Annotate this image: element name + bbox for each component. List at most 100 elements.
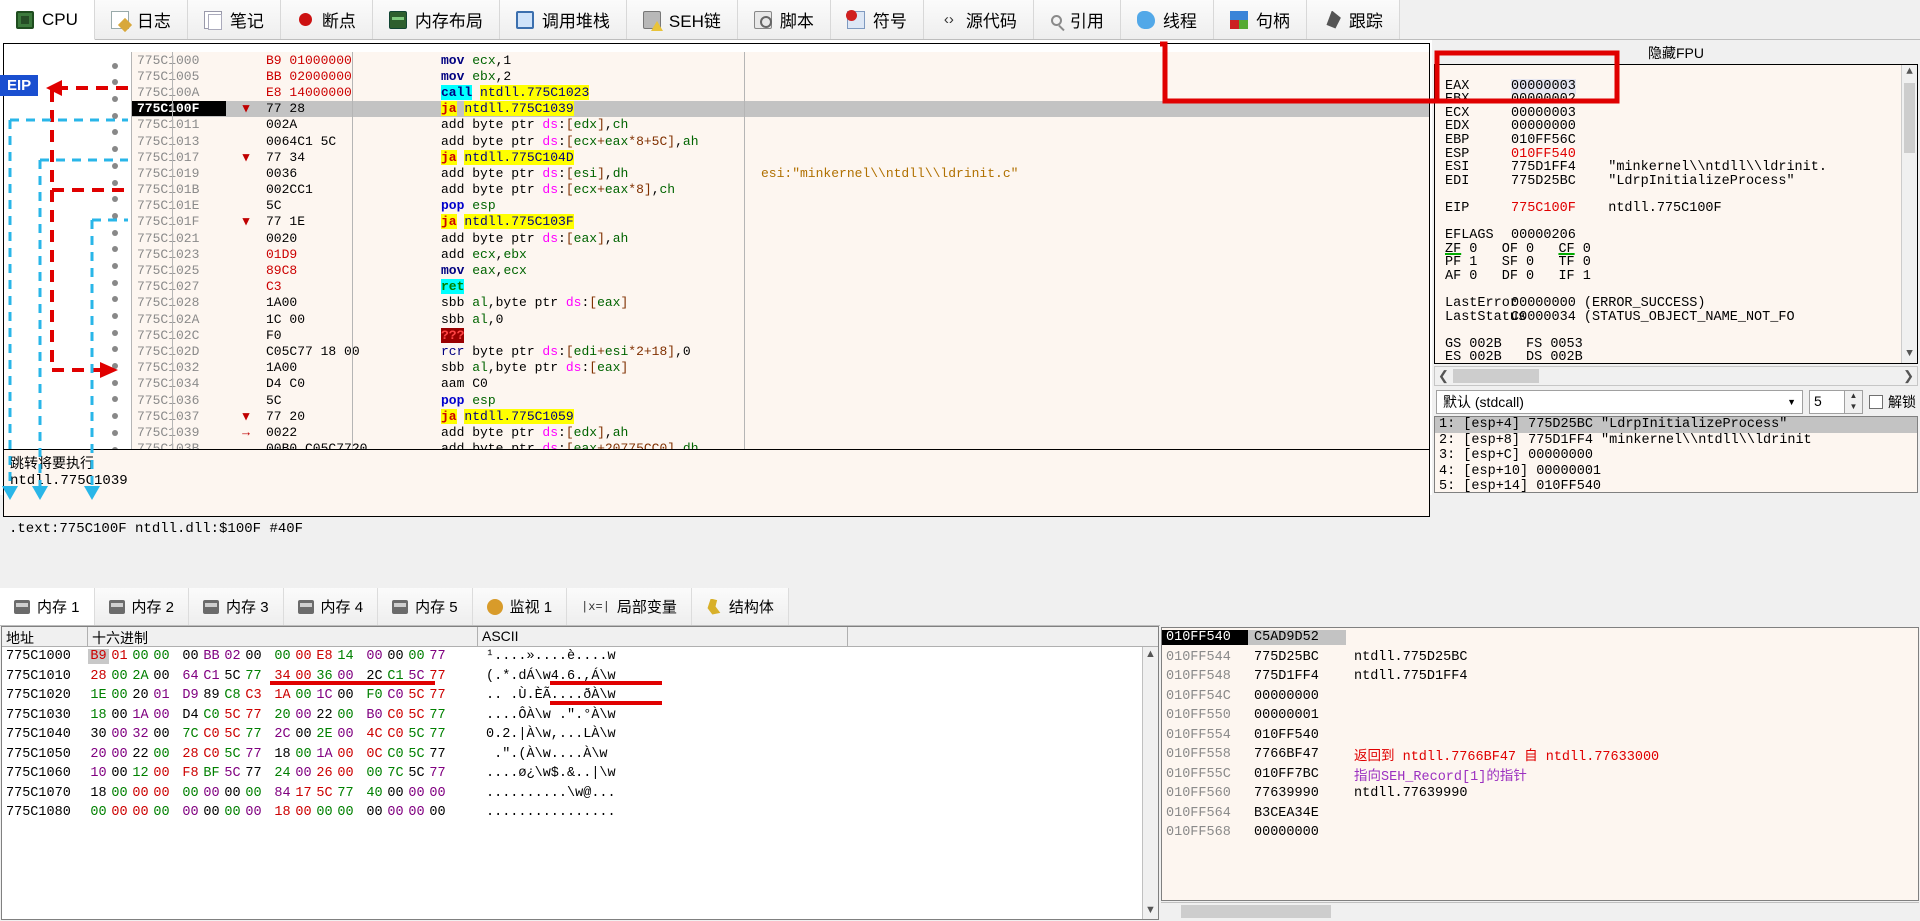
flag-value[interactable]: 0 xyxy=(1461,269,1502,284)
register-hscrollbar[interactable]: ❮ ❯ xyxy=(1434,366,1918,386)
argument-count-stepper[interactable]: 5 ▲ ▼ xyxy=(1809,390,1863,414)
flags-line[interactable]: PF 1 SF 0 TF 0 xyxy=(1435,255,1917,270)
dump-header-地址[interactable]: 地址 xyxy=(2,627,88,646)
dump-tab-结构体[interactable]: 结构体 xyxy=(691,588,789,625)
stack-row[interactable]: 010FF564 B3CEA34E xyxy=(1162,804,1918,824)
disassembly-row[interactable]: 775C102C F0??? xyxy=(131,327,1429,343)
register-line[interactable]: EDI 775D25BC "LdrpInitializeProcess" xyxy=(1435,174,1917,189)
stack-row[interactable]: 010FF55C 010FF7BC 指向SEH_Record[1]的指针 xyxy=(1162,765,1918,785)
stack-row[interactable]: 010FF550 00000001 xyxy=(1162,706,1918,726)
argument-lines[interactable]: 1: [esp+4] 775D25BC "LdrpInitializeProce… xyxy=(1435,417,1917,492)
breakpoint-bullet[interactable] xyxy=(112,363,118,370)
segment-line[interactable]: ES 002B DS 002B xyxy=(1435,350,1917,363)
stack-row[interactable]: 010FF554 010FF540 xyxy=(1162,726,1918,746)
breakpoint-bullet[interactable] xyxy=(112,162,118,169)
breakpoint-bullet[interactable] xyxy=(112,112,118,119)
register-value[interactable]: C0000034 (STATUS_OBJECT_NAME_NOT_FO xyxy=(1511,310,1795,325)
disassembly-row[interactable]: 775C1023 01D9 add ecx,ebx xyxy=(131,246,1429,262)
breakpoint-bullet[interactable] xyxy=(112,279,118,286)
tab-线程[interactable]: 线程 xyxy=(1120,0,1214,39)
tab-日志[interactable]: 日志 xyxy=(94,0,188,39)
stack-row[interactable]: 010FF558 7766BF47 返回到 ntdll.7766BF47 自 ntd… xyxy=(1162,745,1918,765)
disassembly-body[interactable]: 775C1000 B9 01000000 mov ecx,1 775C1005 BB 0… xyxy=(4,52,1429,497)
stepper-down-icon[interactable]: ▼ xyxy=(1845,402,1862,413)
dump-column-headers[interactable]: 地址 十六进制 ASCII xyxy=(2,627,1158,647)
scroll-left-icon[interactable]: ❮ xyxy=(1438,368,1449,384)
disassembly-row[interactable]: 775C1017 ▾ 77 34 ja ntdll.775C104D xyxy=(131,149,1429,165)
stack-view[interactable]: 010FF540 C5AD9D52 010FF544 775D25BC ntdll.77… xyxy=(1161,627,1919,901)
dump-view[interactable]: 地址 十六进制 ASCII 775C1000 B9 01 00 00 00 BB 02 00 00 00… xyxy=(1,626,1159,920)
breakpoint-bullet[interactable] xyxy=(112,379,118,386)
disassembly-rows[interactable]: 775C1000 B9 01000000 mov ecx,1 775C1005 BB 0… xyxy=(131,52,1429,497)
disassembly-row[interactable]: 775C101E 5C pop esp xyxy=(131,198,1429,214)
tab-断点[interactable]: 断点 xyxy=(280,0,373,39)
breakpoint-bullet[interactable] xyxy=(112,246,118,253)
dump-row[interactable]: 775C1070 18 00 00 00 00 00 00 00 84 17 5C 77 40 00 00 00… xyxy=(2,784,1142,804)
dump-header-十六进制[interactable]: 十六进制 xyxy=(88,627,478,646)
dump-scroll-up-icon[interactable]: ▲ xyxy=(1143,647,1158,663)
stack-row[interactable]: 010FF548 775D1FF4 ntdll.775D1FF4 xyxy=(1162,667,1918,687)
dump-row[interactable]: 775C1000 B9 01 00 00 00 BB 02 00 00 00 E8 14 00 00 00 77… xyxy=(2,647,1142,667)
disassembly-row[interactable]: 775C1028 1A00 sbb al,byte ptr ds:[eax] xyxy=(131,295,1429,311)
disassembly-row[interactable]: 775C1025 89C8 mov eax,ecx xyxy=(131,262,1429,278)
register-line[interactable]: EIP 775C100F ntdll.775C100F xyxy=(1435,201,1917,216)
argument-line[interactable]: 1: [esp+4] 775D25BC "LdrpInitializeProce… xyxy=(1435,417,1917,433)
disassembly-row[interactable]: 775C1037 ▾ 77 20 ja ntdll.775C1059 xyxy=(131,408,1429,424)
chevron-down-icon[interactable]: ▼ xyxy=(1787,397,1796,407)
disassembly-row[interactable]: 775C1039 → 0022 add byte ptr ds:[edx],ah xyxy=(131,424,1429,440)
dump-row[interactable]: 775C1030 18 00 1A 00 D4 C0 5C 77 20 00 22 00 B0 C0 5C 77… xyxy=(2,706,1142,726)
register-line[interactable]: LastStatus C0000034 (STATUS_OBJECT_NAME_… xyxy=(1435,310,1917,325)
tab-笔记[interactable]: 笔记 xyxy=(187,0,281,39)
breakpoint-bullet[interactable] xyxy=(112,62,118,69)
flag-value[interactable]: 0 xyxy=(1518,269,1559,284)
scroll-right-icon[interactable]: ❯ xyxy=(1903,368,1914,384)
disassembly-row[interactable]: 775C101B 002CC1 add byte ptr ds:[ecx+eax*8… xyxy=(131,182,1429,198)
tab-引用[interactable]: 引用 xyxy=(1033,0,1121,39)
register-scrollbar[interactable]: ▲ ▼ xyxy=(1901,65,1917,363)
tab-调用堆栈[interactable]: 调用堆栈 xyxy=(499,0,627,39)
stack-rows[interactable]: 010FF540 C5AD9D52 010FF544 775D25BC ntdll.77… xyxy=(1162,628,1918,843)
stepper-arrows[interactable]: ▲ ▼ xyxy=(1844,391,1862,413)
calling-convention-select[interactable]: 默认 (stdcall) ▼ xyxy=(1436,390,1803,414)
dump-tab-内存 3[interactable]: 内存 3 xyxy=(189,588,284,625)
dump-row[interactable]: 775C1020 1E 00 20 01 D9 89 C8 C3 1A 00 1C 00 F0 C0 5C 77… xyxy=(2,686,1142,706)
tab-源代码[interactable]: ‹› 源代码 xyxy=(923,0,1034,39)
disassembly-row[interactable]: 775C102D C05C77 18 00 rcr byte ptr ds:[edi… xyxy=(131,343,1429,359)
unlock-checkbox-group[interactable]: 解锁 xyxy=(1869,392,1916,412)
register-value[interactable]: 775C100F xyxy=(1511,201,1576,216)
tab-CPU[interactable]: CPU xyxy=(0,0,95,40)
stack-row[interactable]: 010FF544 775D25BC ntdll.775D25BC xyxy=(1162,648,1918,668)
stepper-up-icon[interactable]: ▲ xyxy=(1845,391,1862,402)
main-tab-bar[interactable]: CPU 日志 笔记 断点 内存布局 调用堆栈 SEH链 脚本 符号 ‹› 源代码 引用 线程 句柄 跟踪 xyxy=(0,0,1920,40)
disassembly-view[interactable]: 775C1000 B9 01000000 mov ecx,1 775C1005 BB 0… xyxy=(3,43,1430,498)
dump-row[interactable]: 775C1080 00 00 00 00 00 00 00 00 18 00 00 00 00 00 00 00… xyxy=(2,803,1142,823)
stack-row[interactable]: 010FF568 00000000 xyxy=(1162,823,1918,843)
dump-row[interactable]: 775C1060 10 00 12 00 F8 BF 5C 77 24 00 26 00 00 7C 5C 77… xyxy=(2,764,1142,784)
breakpoint-bullet[interactable] xyxy=(112,413,118,420)
arguments-view[interactable]: 1: [esp+4] 775D25BC "LdrpInitializeProce… xyxy=(1434,416,1918,493)
breakpoint-bullet[interactable] xyxy=(112,262,118,269)
tab-跟踪[interactable]: 跟踪 xyxy=(1306,0,1400,39)
stack-hscroll-thumb[interactable] xyxy=(1181,905,1331,918)
breakpoint-bullet[interactable] xyxy=(112,396,118,403)
breakpoint-bullet[interactable] xyxy=(112,429,118,436)
register-view[interactable]: EAX 00000003 EBX 00000002 ECX 00000003 EDX 0000… xyxy=(1434,64,1918,364)
register-line[interactable]: ESP 010FF540 xyxy=(1435,147,1917,162)
disassembly-row[interactable]: 775C1036 5C pop esp xyxy=(131,392,1429,408)
disassembly-row[interactable]: 775C1000 B9 01000000 mov ecx,1 xyxy=(131,52,1429,68)
scroll-down-icon[interactable]: ▼ xyxy=(1902,347,1917,363)
breakpoint-bullet[interactable] xyxy=(112,229,118,236)
disassembly-row[interactable]: 775C100A E8 14000000 call ntdll.775C1023 xyxy=(131,84,1429,100)
dump-row[interactable]: 775C1010 28 00 2A 00 64 C1 5C 77 34 00 36 00 2C C1 5C 77… xyxy=(2,667,1142,687)
stack-row[interactable]: 010FF560 77639990 ntdll.77639990 xyxy=(1162,784,1918,804)
dump-tab-内存 2[interactable]: 内存 2 xyxy=(94,588,190,625)
dump-tab-内存 1[interactable]: 内存 1 xyxy=(0,588,95,625)
flags-line[interactable]: AF 0 DF 0 IF 1 xyxy=(1435,269,1917,284)
breakpoint-bullet[interactable] xyxy=(112,79,118,86)
register-line[interactable]: EBX 00000002 xyxy=(1435,92,1917,107)
breakpoint-bullet[interactable] xyxy=(112,296,118,303)
disassembly-row[interactable]: 775C1011 002A add byte ptr ds:[edx],ch xyxy=(131,117,1429,133)
disassembly-row[interactable]: 775C100F ▾ 77 28 ja ntdll.775C1039 xyxy=(131,100,1429,117)
stack-row[interactable]: 010FF54C 00000000 xyxy=(1162,687,1918,707)
tab-符号[interactable]: 符号 xyxy=(830,0,924,39)
